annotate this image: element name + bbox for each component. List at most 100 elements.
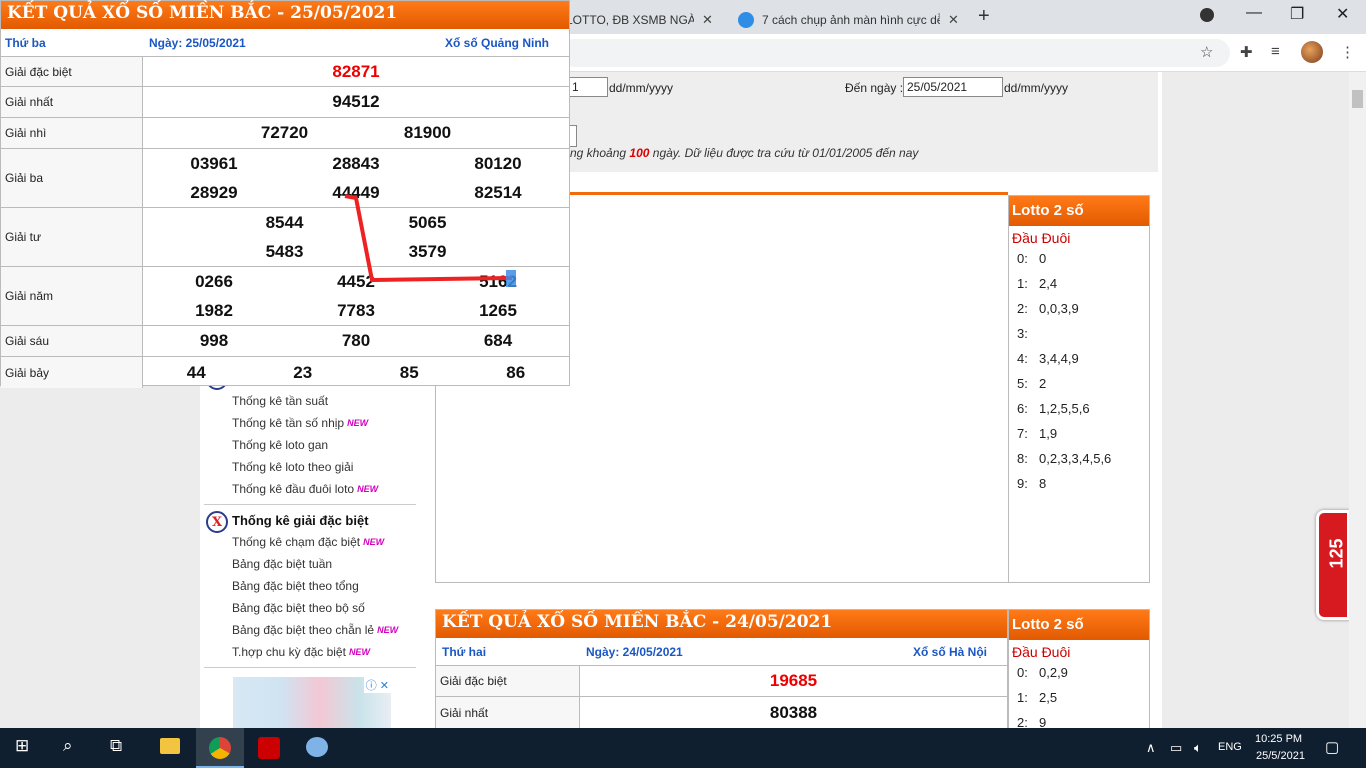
app-mu-icon[interactable]: [258, 737, 280, 759]
sidebar-divider: [204, 667, 416, 668]
prize-values: 998 780 684: [143, 326, 569, 356]
sidebar-link[interactable]: Thống kê đầu đuôi loto NEW: [204, 478, 416, 500]
sidebar-link[interactable]: Thống kê loto gan: [204, 434, 416, 456]
result-province[interactable]: Xổ số Hà Nội: [780, 645, 1007, 659]
clock-time[interactable]: 10:25 PM: [1255, 733, 1302, 745]
close-icon[interactable]: ✕: [702, 12, 713, 28]
sidebar-group-special[interactable]: X Thống kê giải đặc biệt: [204, 509, 416, 533]
prize-number: 998: [199, 331, 229, 350]
result-row: Giải nhất 80388: [436, 697, 1007, 728]
loto-head-digit: 5:: [1017, 376, 1028, 391]
sidebar-link-label: Bảng đặc biệt theo tổng: [232, 579, 359, 593]
chrome-menu-icon[interactable]: [1200, 8, 1214, 22]
sidebar-divider: [204, 504, 416, 505]
result-province[interactable]: Xổ số Quảng Ninh: [343, 36, 569, 50]
note-prefix: ng khoảng: [570, 146, 627, 160]
new-badge: NEW: [347, 418, 369, 428]
loto-head-digit: 8:: [1017, 451, 1028, 466]
prize-label: Giải nhì: [1, 118, 143, 148]
sidebar-link[interactable]: Bảng đặc biệt tuần: [204, 553, 416, 575]
prize-number: 1265: [479, 300, 517, 320]
sidebar-link[interactable]: Bảng đặc biệt theo chẵn lẻ NEW: [204, 619, 416, 641]
scrollbar-thumb[interactable]: [1352, 90, 1363, 108]
loto-row: 7: 1,9: [1009, 421, 1149, 446]
ad-close-icon[interactable]: ⓘ ✕: [363, 677, 391, 693]
new-badge: NEW: [377, 625, 399, 635]
minimize-button[interactable]: —: [1246, 4, 1262, 22]
more-menu-icon[interactable]: ⋮: [1340, 43, 1355, 61]
sidebar-link[interactable]: Thống kê chạm đặc biệt NEW: [204, 531, 416, 553]
volume-icon[interactable]: 🔈︎: [1194, 740, 1202, 756]
close-window-button[interactable]: ✕: [1336, 4, 1349, 24]
sidebar-link[interactable]: Thống kê tần suất: [204, 390, 416, 412]
result-rows: Giải đặc biệt 19685 Giải nhất 80388: [436, 666, 1007, 728]
task-view-icon[interactable]: ⧉: [110, 736, 122, 756]
result-row: Giải nhì 72720 81900: [1, 118, 569, 149]
prize-values: 19685: [580, 666, 1007, 696]
loto-head-digit: 4:: [1017, 351, 1028, 366]
page-scrollbar[interactable]: [1349, 72, 1366, 728]
paint-icon[interactable]: [306, 737, 328, 757]
sidebar-link-label: Thống kê tần số nhịp: [232, 416, 345, 430]
search-note: ng khoảng 100 ngày. Dữ liệu được tra cứu…: [570, 146, 918, 160]
sidebar-menu: X Thống kê tần suấtThống kê tần số nhịpN…: [204, 380, 416, 672]
sidebar-link-label: Thống kê loto gan: [232, 438, 329, 452]
new-tab-button[interactable]: +: [978, 5, 990, 28]
windows-start-icon[interactable]: ⊞: [15, 736, 29, 756]
prize-label: Giải nhất: [436, 697, 580, 728]
chrome-icon[interactable]: [209, 737, 231, 759]
network-icon[interactable]: ▭: [1170, 740, 1182, 756]
floating-side-widget[interactable]: 125: [1316, 510, 1350, 620]
result-row: Giải năm 0266 4452 5162 1982 7783 1265: [1, 267, 569, 326]
tab-lotto[interactable]: LOTTO, ĐB XSMB NGÀY ✕: [566, 6, 720, 34]
loto-head-digit: 0:: [1017, 251, 1028, 266]
result-row: Giải tư 8544 5065 5483 3579: [1, 208, 569, 267]
sidebar-link[interactable]: Bảng đặc biệt theo tổng: [204, 575, 416, 597]
prize-label: Giải tư: [1, 208, 143, 266]
extensions-icon[interactable]: ✚: [1240, 43, 1253, 61]
sidebar-link[interactable]: Bảng đặc biệt theo bộ số: [204, 597, 416, 619]
prize-number: 5065: [408, 212, 447, 232]
to-date-label: Đến ngày :: [845, 81, 904, 95]
result-date: Ngày: 25/05/2021: [149, 35, 246, 50]
file-explorer-icon[interactable]: [160, 738, 180, 754]
language-indicator[interactable]: ENG: [1218, 741, 1242, 753]
prize-values: 44 23 85 86: [143, 357, 569, 388]
sidebar-link[interactable]: Thống kê loto theo giải: [204, 456, 416, 478]
close-icon[interactable]: ✕: [948, 12, 959, 28]
prize-number: 44449: [332, 182, 380, 202]
globe-icon: [738, 12, 754, 28]
result-row: Giải đặc biệt 19685: [436, 666, 1007, 697]
loto-head-digit: 1:: [1017, 276, 1028, 291]
notification-icon[interactable]: ▢: [1325, 738, 1339, 756]
prize-number: 7783: [337, 300, 375, 320]
sidebar-link[interactable]: Thống kê tần số nhịp NEW: [204, 412, 416, 434]
profile-avatar[interactable]: [1301, 41, 1323, 63]
sidebar-link-label: Thống kê chạm đặc biệt: [232, 535, 361, 549]
tab-screenshot-guide[interactable]: 7 cách chụp ảnh màn hình cực dễ ✕: [732, 6, 966, 34]
note-suffix: ngày. Dữ liệu được tra cứu từ 01/01/2005…: [652, 146, 919, 160]
prize-number: 780: [341, 331, 371, 350]
windows-taskbar: ⊞ ⌕ ⧉ ∧ ▭ 🔈︎ ENG 10:25 PM 25/5/2021 ▢: [0, 728, 1366, 768]
prize-number: 4452: [337, 271, 375, 291]
result-title: KẾT QUẢ XỔ SỐ MIỀN BẮC - 24/05/2021: [436, 610, 1007, 638]
show-hidden-icons[interactable]: ∧: [1146, 740, 1156, 756]
sidebar-link[interactable]: T.hợp chu kỳ đặc biệt NEW: [204, 641, 416, 663]
from-date-format: dd/mm/yyyy: [609, 81, 674, 95]
prize-label: Giải đặc biệt: [1, 57, 143, 86]
loto-row: 0: 0,2,9: [1009, 660, 1149, 685]
prize-number: 19685: [769, 671, 818, 690]
clock-date[interactable]: 25/5/2021: [1256, 750, 1305, 762]
floating-widget-label: 125: [1326, 538, 1347, 569]
to-date-input[interactable]: 25/05/2021: [903, 77, 1003, 97]
advertisement-banner[interactable]: ⓘ ✕: [233, 677, 391, 728]
prize-number: 28929: [190, 182, 238, 202]
address-bar[interactable]: [560, 39, 1230, 67]
bookmark-star-icon[interactable]: ☆: [1200, 43, 1213, 61]
media-control-icon[interactable]: ≡: [1271, 43, 1280, 60]
search-icon[interactable]: ⌕: [63, 736, 73, 756]
from-date-input[interactable]: 1: [568, 77, 608, 97]
prize-label: Giải ba: [1, 149, 143, 207]
prize-number: 5162: [479, 271, 517, 291]
maximize-button[interactable]: ❐: [1290, 4, 1304, 24]
